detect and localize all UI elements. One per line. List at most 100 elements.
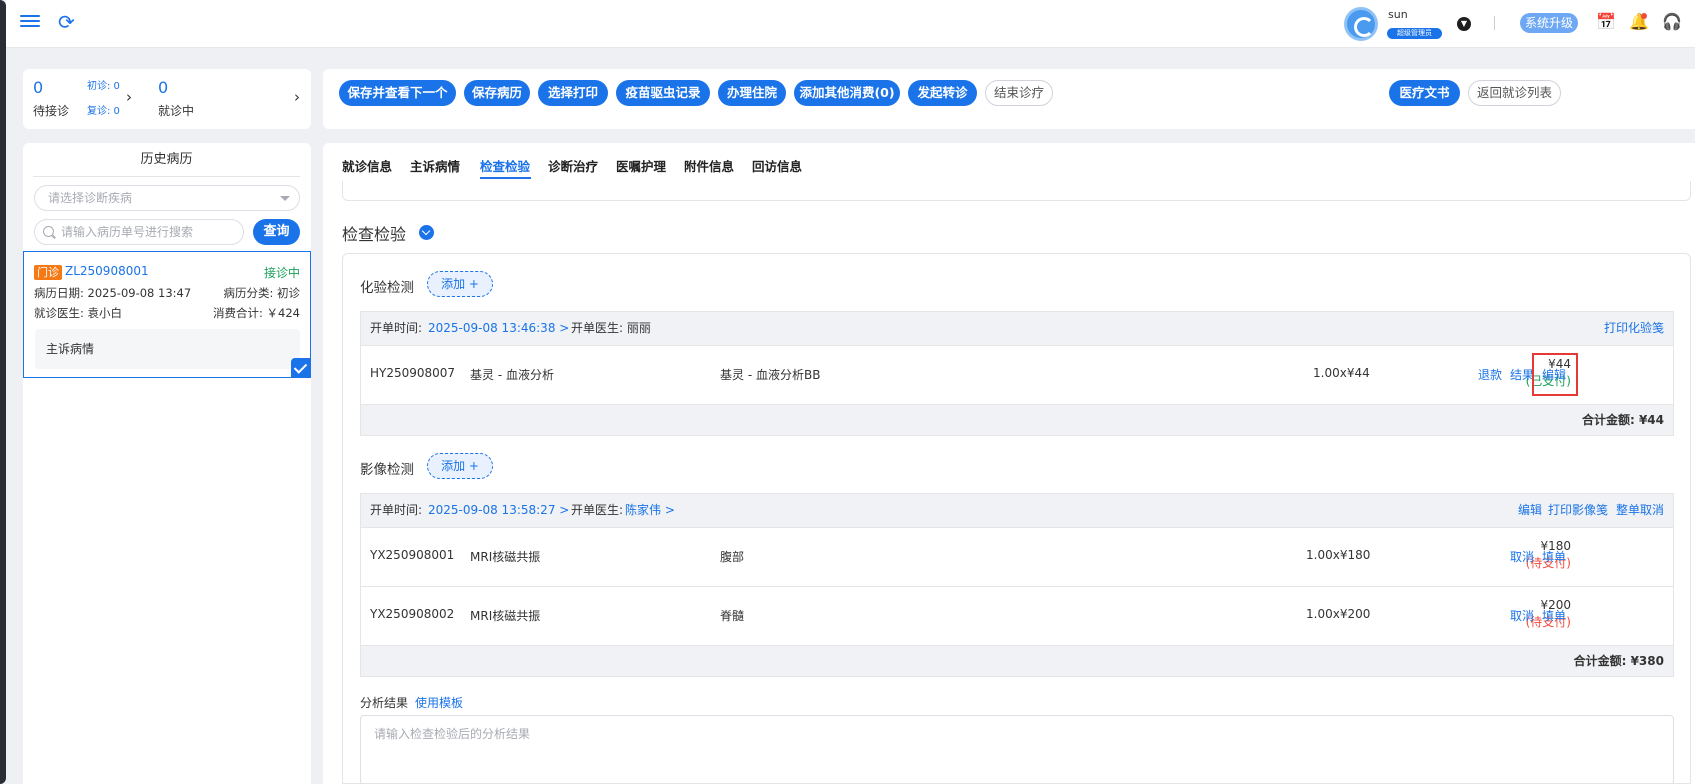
caret-down-icon [280,196,290,201]
chevron-right-icon[interactable]: › [294,88,300,106]
fill-form-button[interactable]: 填单 [1542,607,1566,624]
record-date: 病历日期: 2025-09-08 13:47 [34,286,192,300]
lab-order-time-link[interactable]: 2025-09-08 13:46:38 > [428,312,569,345]
in-progress-count[interactable]: 0 [158,78,168,97]
add-other-expense-button[interactable]: 添加其他消费(0) [794,80,900,106]
examination-panel: 化验检测 添加 + 开单时间: 2025-09-08 13:46:38 > 开单… [342,253,1691,784]
result-button[interactable]: 结果 [1510,366,1534,383]
order-time-label: 开单时间: [370,321,423,335]
cancel-all-button[interactable]: 整单取消 [1616,494,1664,527]
record-status: 接诊中 [263,266,300,280]
headset-icon[interactable]: 🎧 [1662,12,1682,32]
calendar-icon[interactable]: 📅 [1596,12,1616,32]
order-id: HY250908007 [370,366,456,380]
tab-examination[interactable]: 检查检验 [480,156,530,175]
order-item-name: 基灵 - 血液分析 [470,368,554,382]
top-bar: ⟳ sun 超级管理员 ▼ 系统升级 📅 🔔 🎧 [6,0,1695,48]
action-toolbar: 保存并查看下一个 保存病历 选择打印 疫苗驱虫记录 办理住院 添加其他消费(0)… [323,69,1695,129]
tab-orders[interactable]: 医嘱护理 [616,156,666,175]
user-role-badge: 超级管理员 [1387,28,1442,39]
tab-complaint[interactable]: 主诉病情 [410,156,460,175]
cancel-button[interactable]: 取消 [1510,548,1534,565]
disease-select[interactable]: 请选择诊断疾病 [34,185,300,211]
record-search-placeholder: 请输入病历单号进行搜索 [61,225,194,239]
imaging-order-doctor-link[interactable]: 陈家伟 > [625,494,675,527]
imaging-title: 影像检测 [360,462,414,478]
medical-document-button[interactable]: 医疗文书 [1389,80,1460,106]
imaging-order-doctor-label: 开单医生: [571,503,624,517]
imaging-order-footer: 合计金额: ¥380 [361,645,1673,676]
order-qty-price: 1.00x¥44 [1313,366,1370,380]
imaging-edit-button[interactable]: 编辑 [1518,494,1542,527]
section-title: 检查检验 [342,225,407,244]
order-time-label: 开单时间: [370,503,423,517]
menu-icon[interactable] [20,12,40,30]
vaccine-record-button[interactable]: 疫苗驱虫记录 [616,80,710,106]
search-icon [43,226,54,237]
refresh-icon[interactable]: ⟳ [58,10,75,34]
referral-button[interactable]: 发起转诊 [908,80,977,106]
back-to-list-button[interactable]: 返回就诊列表 [1468,80,1561,106]
imaging-total: 合计金额: ¥380 [1573,654,1664,668]
record-category: 病历分类: 初诊 [223,286,300,300]
tab-attachments[interactable]: 附件信息 [684,156,734,175]
lab-order-footer: 合计金额: ¥44 [361,404,1673,435]
previous-section-card [342,181,1691,201]
print-imaging-button[interactable]: 打印影像笺 [1548,494,1608,527]
disease-select-placeholder: 请选择诊断疾病 [48,191,133,205]
lab-order-table: 开单时间: 2025-09-08 13:46:38 > 开单医生: 丽丽 打印化… [360,311,1674,436]
record-id-link[interactable]: ZL250908001 [65,264,149,278]
order-qty-price: 1.00x¥200 [1306,607,1371,621]
bell-icon[interactable]: 🔔 [1629,12,1649,32]
order-item-name: MRI核磁共振 [470,609,541,623]
collapse-chevron-icon[interactable] [419,225,434,240]
order-item-name: MRI核磁共振 [470,550,541,564]
tab-visit-info[interactable]: 就诊信息 [342,156,392,175]
select-print-button[interactable]: 选择打印 [538,80,608,106]
upgrade-button[interactable]: 系统升级 [1520,13,1579,33]
chevron-right-icon[interactable]: › [126,88,132,106]
lab-total: 合计金额: ¥44 [1581,413,1664,427]
table-row: HY250908007 基灵 - 血液分析 基灵 - 血液分析BB 1.00x¥… [361,345,1673,404]
add-lab-button[interactable]: 添加 + [427,271,493,297]
chevron-down-icon[interactable]: ▼ [1457,17,1471,31]
return-visit-count: 复诊: 0 [87,106,120,117]
cancel-button[interactable]: 取消 [1510,607,1534,624]
history-panel: 历史病历 请选择诊断疾病 请输入病历单号进行搜索 查询 门诊 ZL2509080… [23,143,311,784]
query-button[interactable]: 查询 [253,219,300,245]
record-search-input[interactable]: 请输入病历单号进行搜索 [34,219,244,245]
lab-order-doctor: 开单医生: 丽丽 [571,321,651,335]
history-record-card[interactable]: 门诊 ZL250908001 接诊中 病历日期: 2025-09-08 13:4… [23,251,311,378]
waiting-count[interactable]: 0 [33,78,43,97]
print-lab-button[interactable]: 打印化验笺 [1604,312,1664,345]
analysis-textarea[interactable]: 请输入检查检验后的分析结果 [360,715,1674,784]
end-consultation-button[interactable]: 结束诊疗 [985,80,1053,106]
fill-form-button[interactable]: 填单 [1542,548,1566,565]
record-doctor: 就诊医生: 袁小白 [34,306,123,320]
analysis-label: 分析结果 [360,696,409,710]
tab-followup[interactable]: 回访信息 [752,156,802,175]
save-and-next-button[interactable]: 保存并查看下一个 [339,80,456,106]
active-tab-indicator [480,177,531,179]
check-icon [291,358,311,378]
order-qty-price: 1.00x¥180 [1306,548,1371,562]
save-record-button[interactable]: 保存病历 [464,80,530,106]
order-item-detail: 腹部 [720,550,745,564]
record-complaint: 主诉病情 [35,329,300,369]
hospitalize-button[interactable]: 办理住院 [718,80,786,106]
add-imaging-button[interactable]: 添加 + [427,453,493,479]
imaging-order-header: 开单时间: 2025-09-08 13:58:27 > 开单医生: 陈家伟 > … [361,494,1673,527]
order-id: YX250908002 [370,607,455,621]
refund-button[interactable]: 退款 [1478,366,1502,383]
use-template-link[interactable]: 使用模板 [415,694,463,711]
tab-diagnosis[interactable]: 诊断治疗 [548,156,598,175]
waiting-label: 待接诊 [33,104,70,118]
table-row: YX250908001 MRI核磁共振 腹部 1.00x¥180 ¥180 (待… [361,527,1673,586]
imaging-order-time-link[interactable]: 2025-09-08 13:58:27 > [428,494,569,527]
order-id: YX250908001 [370,548,455,562]
user-name: sun [1388,8,1408,21]
main-panel: 就诊信息 主诉病情 检查检验 诊断治疗 医嘱护理 附件信息 回访信息 检查检验 … [323,143,1695,784]
record-type-badge: 门诊 [34,265,62,280]
order-item-detail: 脊髓 [720,609,745,623]
in-progress-label: 就诊中 [158,104,195,118]
